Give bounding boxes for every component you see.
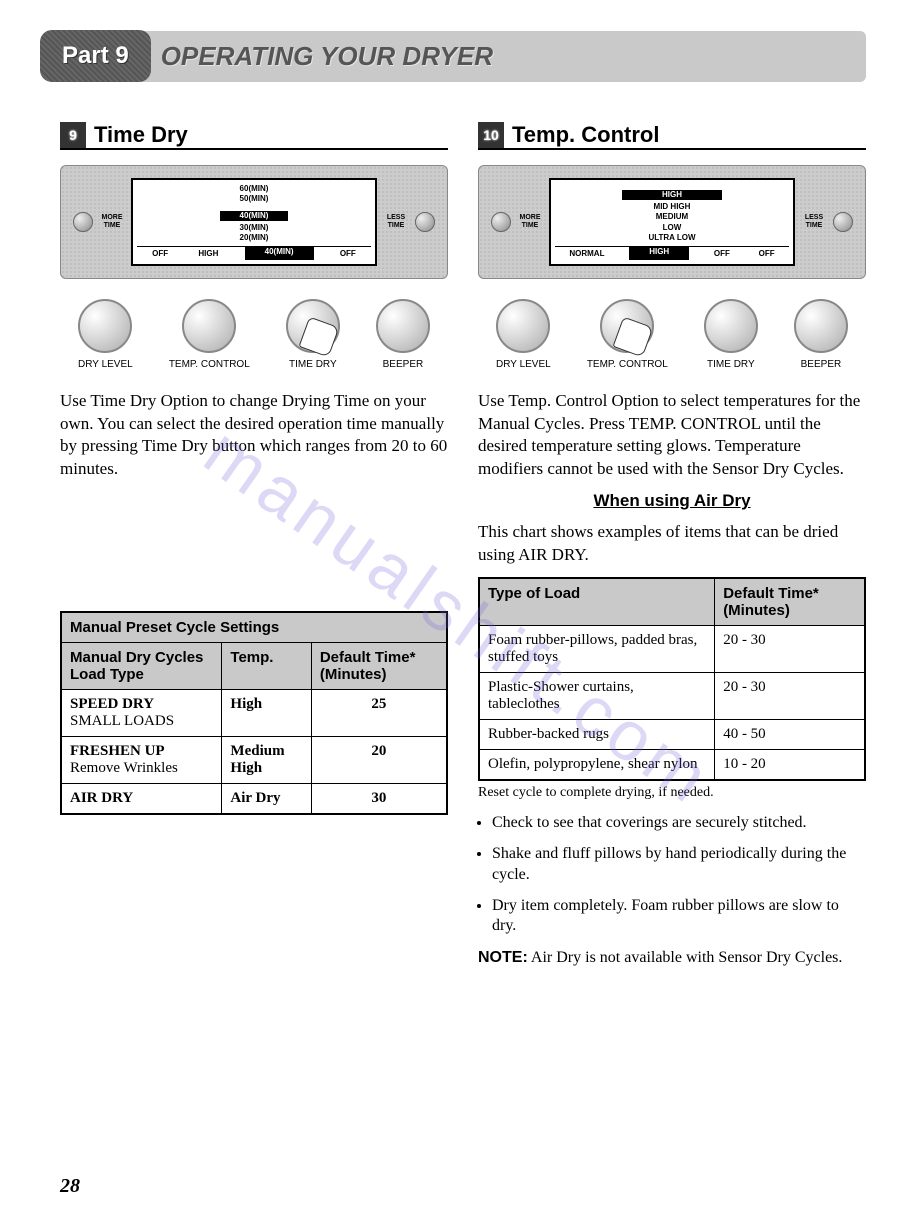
list-item: 20(MIN) [137, 233, 371, 243]
time-list: 60(MIN) 50(MIN) 40(MIN) 30(MIN) 20(MIN) [137, 184, 371, 246]
bottom-item: OFF [710, 247, 734, 260]
knob-icon-hand [286, 299, 340, 353]
page-header: Part 9 OPERATING YOUR DRYER [0, 30, 918, 82]
footnote: Reset cycle to complete drying, if neede… [478, 785, 866, 801]
knob-label: TEMP. CONTROL [587, 359, 668, 370]
bottom-item: OFF [755, 247, 779, 260]
list-item: 30(MIN) [137, 223, 371, 233]
list-item-selected: HIGH [622, 190, 722, 200]
bottom-item-selected: 40(MIN) [245, 247, 314, 260]
table-row: Olefin, polypropylene, shear nylon10 - 2… [479, 750, 865, 781]
less-time-label: LESS TIME [385, 214, 407, 229]
screw-icon [491, 212, 511, 232]
part-badge: Part 9 [40, 30, 151, 82]
right-column: 10 Temp. Control MORE TIME HIGH MID HIGH… [478, 122, 866, 967]
section-heading-right: 10 Temp. Control [478, 122, 866, 150]
screw-icon [833, 212, 853, 232]
paragraph-right: Use Temp. Control Option to select tempe… [478, 390, 866, 482]
bottom-item: OFF [148, 247, 172, 260]
note-label: NOTE: [478, 949, 528, 966]
left-column: 9 Time Dry MORE TIME 60(MIN) 50(MIN) 40(… [60, 122, 448, 967]
screen: HIGH MID HIGH MEDIUM LOW ULTRA LOW NORMA… [549, 178, 795, 266]
note-text: Air Dry is not available with Sensor Dry… [531, 949, 843, 966]
list-item: MEDIUM [555, 212, 789, 222]
manual-preset-table: Manual Preset Cycle Settings Manual Dry … [60, 611, 448, 815]
table-header: Default Time* (Minutes) [715, 578, 865, 626]
bottom-item: NORMAL [565, 247, 608, 260]
knob-icon [78, 299, 132, 353]
list-item: MID HIGH [555, 202, 789, 212]
more-time-label: MORE TIME [519, 214, 541, 229]
section-title: Temp. Control [512, 122, 659, 148]
note: NOTE: Air Dry is not available with Sens… [478, 949, 866, 967]
list-item: ULTRA LOW [555, 233, 789, 243]
knob-label: BEEPER [794, 359, 848, 370]
table-row: Foam rubber-pillows, padded bras, stuffe… [479, 626, 865, 673]
knob-label: TEMP. CONTROL [169, 359, 250, 370]
paragraph-left: Use Time Dry Option to change Drying Tim… [60, 390, 448, 482]
section-heading-left: 9 Time Dry [60, 122, 448, 150]
list-item: 50(MIN) [137, 194, 371, 204]
knob-icon [182, 299, 236, 353]
knob-label: TIME DRY [286, 359, 340, 370]
page-title: OPERATING YOUR DRYER [131, 31, 866, 82]
table-row: SPEED DRYSMALL LOADS High 25 [61, 690, 447, 737]
table-header: Manual Dry Cycles Load Type [61, 643, 222, 690]
knob-label: DRY LEVEL [496, 359, 551, 370]
control-panel-right: MORE TIME HIGH MID HIGH MEDIUM LOW ULTRA… [478, 165, 866, 279]
table-header: Default Time* (Minutes) [311, 643, 447, 690]
bottom-row: NORMAL HIGH OFF OFF [555, 246, 789, 260]
knob-row-left: DRY LEVEL TEMP. CONTROL TIME DRY BEEPER [60, 299, 448, 370]
table-row: Plastic-Shower curtains, tableclothes20 … [479, 673, 865, 720]
bottom-item-selected: HIGH [629, 247, 689, 260]
screen: 60(MIN) 50(MIN) 40(MIN) 30(MIN) 20(MIN) … [131, 178, 377, 266]
knob-icon [376, 299, 430, 353]
knob-icon-hand [600, 299, 654, 353]
sub-heading: When using Air Dry [478, 491, 866, 511]
sub-paragraph: This chart shows examples of items that … [478, 521, 866, 567]
screw-icon [415, 212, 435, 232]
table-row: FRESHEN UPRemove Wrinkles Medium High 20 [61, 737, 447, 784]
table-header: Temp. [222, 643, 311, 690]
tips-list: Check to see that coverings are securely… [478, 813, 866, 937]
knob-label: DRY LEVEL [78, 359, 133, 370]
table-header: Type of Load [479, 578, 715, 626]
list-item: 60(MIN) [137, 184, 371, 194]
screw-icon [73, 212, 93, 232]
section-number-box: 10 [478, 122, 504, 148]
list-item: Check to see that coverings are securely… [492, 813, 866, 834]
knob-icon [704, 299, 758, 353]
knob-label: BEEPER [376, 359, 430, 370]
knob-icon [794, 299, 848, 353]
knob-label: TIME DRY [704, 359, 758, 370]
list-item: Dry item completely. Foam rubber pillows… [492, 896, 866, 938]
list-item-selected: 40(MIN) [220, 211, 289, 221]
page-number: 28 [60, 1175, 80, 1198]
section-number-box: 9 [60, 122, 86, 148]
bottom-item: HIGH [194, 247, 222, 260]
less-time-label: LESS TIME [803, 214, 825, 229]
air-dry-table: Type of Load Default Time* (Minutes) Foa… [478, 577, 866, 781]
bottom-item: OFF [336, 247, 360, 260]
more-time-label: MORE TIME [101, 214, 123, 229]
table-row: AIR DRY Air Dry 30 [61, 784, 447, 815]
table-row: Rubber-backed rugs40 - 50 [479, 720, 865, 750]
knob-row-right: DRY LEVEL TEMP. CONTROL TIME DRY BEEPER [478, 299, 866, 370]
table-title: Manual Preset Cycle Settings [61, 612, 447, 643]
temp-list: HIGH MID HIGH MEDIUM LOW ULTRA LOW [555, 184, 789, 246]
list-item: LOW [555, 223, 789, 233]
control-panel-left: MORE TIME 60(MIN) 50(MIN) 40(MIN) 30(MIN… [60, 165, 448, 279]
bottom-row: OFF HIGH 40(MIN) OFF [137, 246, 371, 260]
list-item: Shake and fluff pillows by hand periodic… [492, 844, 866, 886]
section-title: Time Dry [94, 122, 188, 148]
knob-icon [496, 299, 550, 353]
